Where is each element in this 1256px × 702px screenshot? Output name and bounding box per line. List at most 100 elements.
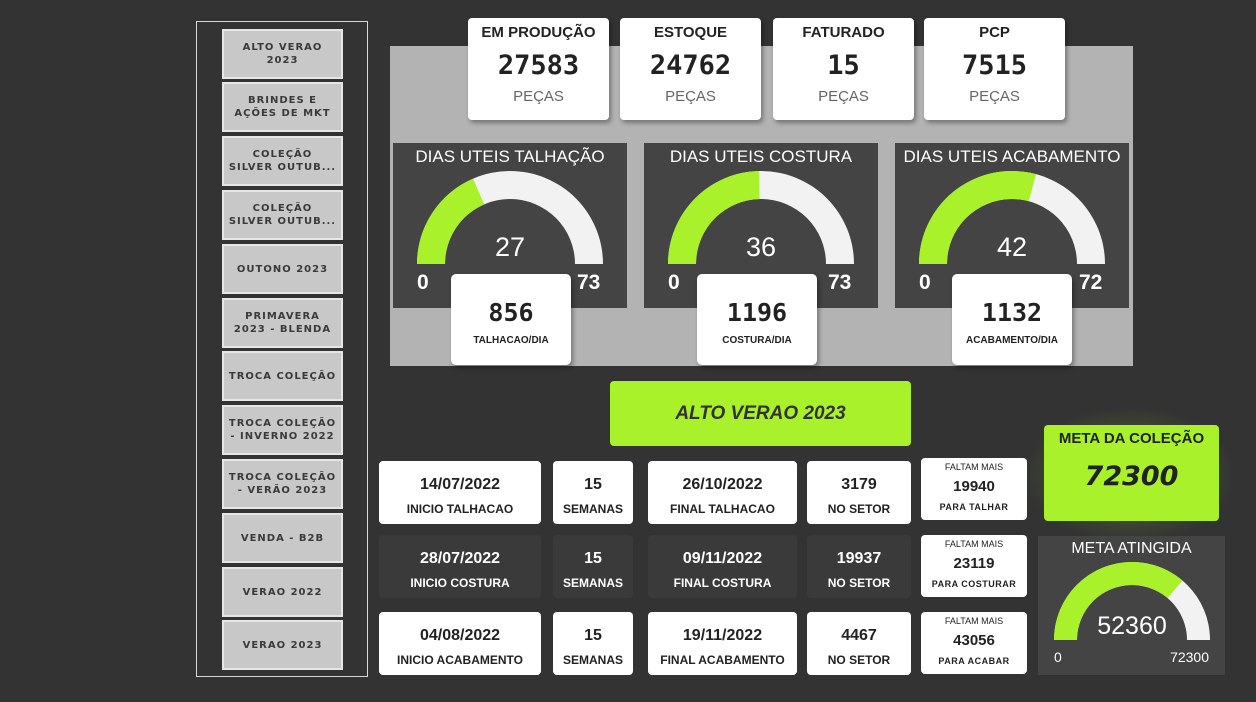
cell-value: 19/11/2022	[682, 627, 763, 644]
gauge-max: 72300	[1170, 649, 1209, 665]
rate-card-acabamento: 1132 ACABAMENTO/DIA	[952, 274, 1072, 365]
cell-label: SEMANAS	[562, 576, 623, 590]
kpi-unit: PEÇAS	[969, 88, 1020, 105]
remaining-label: PARA ACABAR	[938, 656, 1010, 666]
cell-label: INICIO TALHACAO	[406, 502, 514, 516]
filter-item-outono-2023[interactable]: OUTONO 2023	[222, 244, 343, 294]
gauge-value: 42	[997, 232, 1027, 262]
cell-value: 28/07/2022	[419, 550, 501, 567]
cell-label: FINAL TALHACAO	[670, 502, 775, 516]
cell-label: INICIO ACABAMENTO	[397, 653, 523, 667]
cell-label: SEMANAS	[562, 502, 623, 516]
meta-colecao-card: META DA COLEÇÃO 72300	[1044, 425, 1219, 521]
remaining-costura: FALTAM MAIS 23119 PARA COSTURAR	[921, 535, 1027, 597]
kpi-faturado: FATURADO 15 PEÇAS	[773, 18, 914, 120]
start-date-talhacao: 14/07/2022 INICIO TALHACAO	[379, 461, 541, 524]
end-date-costura: 09/11/2022 FINAL COSTURA	[648, 535, 797, 598]
cell-value: 09/11/2022	[682, 550, 763, 567]
start-date-acabamento: 04/08/2022 INICIO ACABAMENTO	[379, 612, 541, 675]
remaining-acabamento: FALTAM MAIS 43056 PARA ACABAR	[921, 612, 1027, 674]
gauge-min: 0	[919, 271, 931, 294]
filter-item-colecao-silver-1[interactable]: COLEÇÃO SILVER OUTUB...	[222, 136, 343, 186]
rate-label: TALHACAO/DIA	[473, 335, 549, 346]
gauge-fill	[417, 178, 485, 264]
cell-value: 04/08/2022	[419, 627, 501, 644]
collection-filter-panel: ALTO VERAO 2023 BRINDES E AÇÕES DE MKT C…	[196, 21, 368, 677]
end-date-acabamento: 19/11/2022 FINAL ACABAMENTO	[648, 612, 797, 675]
gauge-min: 0	[417, 271, 429, 294]
kpi-unit: PEÇAS	[665, 88, 716, 105]
kpi-title: FATURADO	[802, 24, 885, 41]
kpi-title: ESTOQUE	[653, 24, 728, 41]
filter-item-verao-2022[interactable]: VERAO 2022	[222, 567, 343, 617]
remaining-value: 23119	[953, 555, 995, 572]
gauge-value: 36	[746, 232, 776, 262]
selected-collection-banner: ALTO VERAO 2023	[610, 381, 911, 446]
filter-item-troca-verao-2023[interactable]: TROCA COLEÇÃO - VERÃO 2023	[222, 459, 343, 509]
cell-label: FINAL ACABAMENTO	[660, 653, 785, 667]
cell-value: 26/10/2022	[682, 476, 763, 493]
kpi-em-producao: EM PRODUÇÃO 27583 PEÇAS	[468, 18, 609, 120]
rate-label: COSTURA/DIA	[722, 335, 792, 346]
kpi-estoque: ESTOQUE 24762 PEÇAS	[620, 18, 761, 120]
kpi-pcp: PCP 7515 PEÇAS	[924, 18, 1065, 120]
weeks-costura: 15 SEMANAS	[553, 535, 633, 598]
cell-label: NO SETOR	[827, 653, 891, 667]
filter-item-brindes[interactable]: BRINDES E AÇÕES DE MKT	[222, 82, 343, 132]
kpi-value: 27583	[497, 50, 580, 81]
meta-title: META DA COLEÇÃO	[1058, 430, 1205, 447]
kpi-unit: PEÇAS	[818, 88, 869, 105]
sector-talhacao: 3179 NO SETOR	[807, 461, 911, 524]
remaining-head: FALTAM MAIS	[944, 539, 1004, 549]
gauge-max: 73	[577, 271, 601, 294]
sector-costura: 19937 NO SETOR	[807, 535, 911, 598]
kpi-unit: PEÇAS	[513, 88, 564, 105]
meta-value: 72300	[1084, 461, 1179, 492]
kpi-title: PCP	[979, 24, 1010, 41]
cell-label: INICIO COSTURA	[410, 576, 510, 590]
kpi-value: 24762	[649, 50, 732, 81]
weeks-acabamento: 15 SEMANAS	[553, 612, 633, 675]
gauge-value: 52360	[1097, 612, 1167, 640]
filter-item-primavera-2023[interactable]: PRIMAVERA 2023 - BLENDA	[222, 298, 343, 348]
cell-value: 14/07/2022	[419, 476, 501, 493]
gauge-max: 72	[1079, 271, 1103, 294]
cell-value: 19937	[836, 550, 882, 567]
meta-atingida-card: META ATINGIDA 52360 0 72300	[1038, 536, 1225, 675]
gauge-meta-atingida: 52360 0 72300	[1054, 561, 1210, 665]
remaining-talhacao: FALTAM MAIS 19940 PARA TALHAR	[921, 458, 1027, 520]
weeks-talhacao: 15 SEMANAS	[553, 461, 633, 524]
sector-acabamento: 4467 NO SETOR	[807, 612, 911, 675]
filter-item-verao-2023[interactable]: VERAO 2023	[222, 620, 343, 670]
kpi-title: EM PRODUÇÃO	[481, 24, 596, 41]
filter-item-troca-colecao[interactable]: TROCA COLEÇÃO	[222, 351, 343, 401]
cell-value: 15	[584, 550, 602, 567]
cell-label: NO SETOR	[827, 576, 891, 590]
remaining-value: 43056	[953, 632, 995, 649]
filter-item-colecao-silver-2[interactable]: COLEÇÃO SILVER OUTUB...	[222, 190, 343, 240]
gauge-min: 0	[668, 271, 680, 294]
remaining-label: PARA COSTURAR	[931, 579, 1017, 589]
filter-item-troca-inverno-2022[interactable]: TROCA COLEÇÃO - INVERNO 2022	[222, 405, 343, 455]
remaining-head: FALTAM MAIS	[944, 616, 1004, 626]
rate-card-costura: 1196 COSTURA/DIA	[697, 274, 817, 365]
filter-item-alto-verao-2023[interactable]: ALTO VERAO 2023	[222, 29, 343, 79]
gauge-min: 0	[1054, 649, 1062, 665]
filter-item-venda-b2b[interactable]: VENDA - B2B	[222, 513, 343, 563]
rate-value: 856	[488, 298, 534, 327]
rate-value: 1196	[726, 298, 788, 327]
rate-card-talhacao: 856 TALHACAO/DIA	[451, 274, 571, 365]
cell-label: FINAL COSTURA	[673, 576, 772, 590]
cell-value: 4467	[841, 627, 877, 644]
rate-label: ACABAMENTO/DIA	[965, 335, 1059, 346]
cell-value: 15	[584, 476, 602, 493]
gauge-max: 73	[828, 271, 852, 294]
cell-label: SEMANAS	[562, 653, 623, 667]
cell-value: 3179	[841, 476, 877, 493]
cell-label: NO SETOR	[827, 502, 891, 516]
kpi-value: 15	[827, 50, 860, 81]
rate-value: 1132	[981, 298, 1043, 327]
gauge-value: 27	[495, 232, 525, 262]
remaining-value: 19940	[953, 478, 995, 495]
kpi-value: 7515	[961, 50, 1028, 81]
